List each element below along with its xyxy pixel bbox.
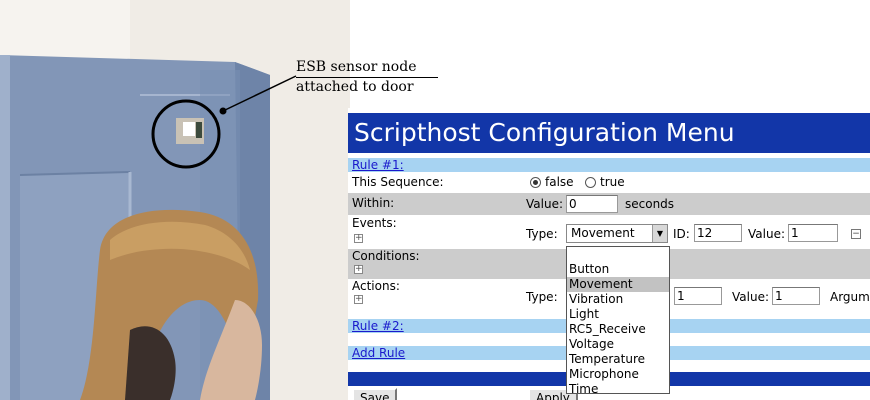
conditions-label: Conditions: [352, 249, 420, 263]
event-id-input[interactable]: 12 [694, 224, 742, 242]
conditions-expand-icon[interactable]: + [354, 265, 363, 274]
dropdown-option[interactable]: Time [567, 382, 669, 397]
actions-label: Actions: [352, 279, 400, 293]
rule1-link[interactable]: Rule #1: [352, 158, 404, 172]
this-sequence-label: This Sequence: [352, 175, 444, 189]
dropdown-option[interactable]: Movement [567, 277, 669, 292]
action-type-label: Type: [526, 290, 558, 304]
within-value-label: Value: [526, 197, 563, 211]
dropdown-option[interactable]: Microphone [567, 367, 669, 382]
dropdown-option[interactable]: Button [567, 262, 669, 277]
rule2-link[interactable]: Rule #2: [352, 319, 404, 333]
events-label: Events: [352, 216, 397, 230]
within-label: Within: [352, 196, 395, 210]
dropdown-option[interactable]: Voltage [567, 337, 669, 352]
action-value-label: Value: [732, 290, 769, 304]
dropdown-option[interactable] [567, 247, 669, 262]
dropdown-option[interactable]: Light [567, 307, 669, 322]
action-value-input[interactable]: 1 [772, 287, 820, 305]
true-radio-label: true [600, 175, 625, 189]
event-type-select[interactable]: Movement ▼ [566, 224, 668, 243]
action-id-input[interactable]: 1 [674, 287, 722, 305]
false-radio[interactable] [530, 177, 541, 188]
this-sequence-row: This Sequence: false true [348, 172, 870, 191]
event-type-dropdown-list[interactable]: Button Movement Vibration Light RC5_Receive V… [566, 246, 670, 397]
events-row: Events: + Type: Movement ▼ ID: 12 Value:… [348, 215, 870, 249]
event-value-input[interactable]: 1 [788, 224, 838, 242]
scripthost-config-page: Scripthost Configuration Menu Rule #1: T… [348, 108, 870, 400]
argument-label: Argum [830, 290, 870, 304]
actions-expand-icon[interactable]: + [354, 295, 363, 304]
annotation-line-1: ESB sensor node [296, 58, 438, 78]
chevron-down-icon[interactable]: ▼ [652, 225, 667, 242]
dropdown-option[interactable]: Temperature [567, 352, 669, 367]
remove-event-icon[interactable]: − [851, 229, 861, 239]
rule1-bar: Rule #1: [348, 158, 870, 172]
save-button[interactable]: Save [352, 388, 398, 400]
dropdown-option[interactable]: Vibration [567, 292, 669, 307]
dropdown-option[interactable]: RC5_Receive [567, 322, 669, 337]
events-expand-icon[interactable]: + [354, 234, 363, 243]
within-value-input[interactable]: 0 [566, 195, 618, 213]
seconds-label: seconds [625, 197, 675, 211]
page-title: Scripthost Configuration Menu [348, 113, 870, 153]
true-radio[interactable] [585, 177, 596, 188]
event-value-label: Value: [748, 227, 785, 241]
event-type-value: Movement [571, 226, 635, 240]
annotation-label: ESB sensor node attached to door [296, 58, 446, 97]
event-id-label: ID: [673, 227, 690, 241]
add-rule-link[interactable]: Add Rule [352, 346, 405, 360]
false-radio-label: false [545, 175, 574, 189]
within-row: Within: Value: 0 seconds [348, 193, 870, 215]
event-type-label: Type: [526, 227, 558, 241]
annotation-line-2: attached to door [296, 79, 414, 95]
